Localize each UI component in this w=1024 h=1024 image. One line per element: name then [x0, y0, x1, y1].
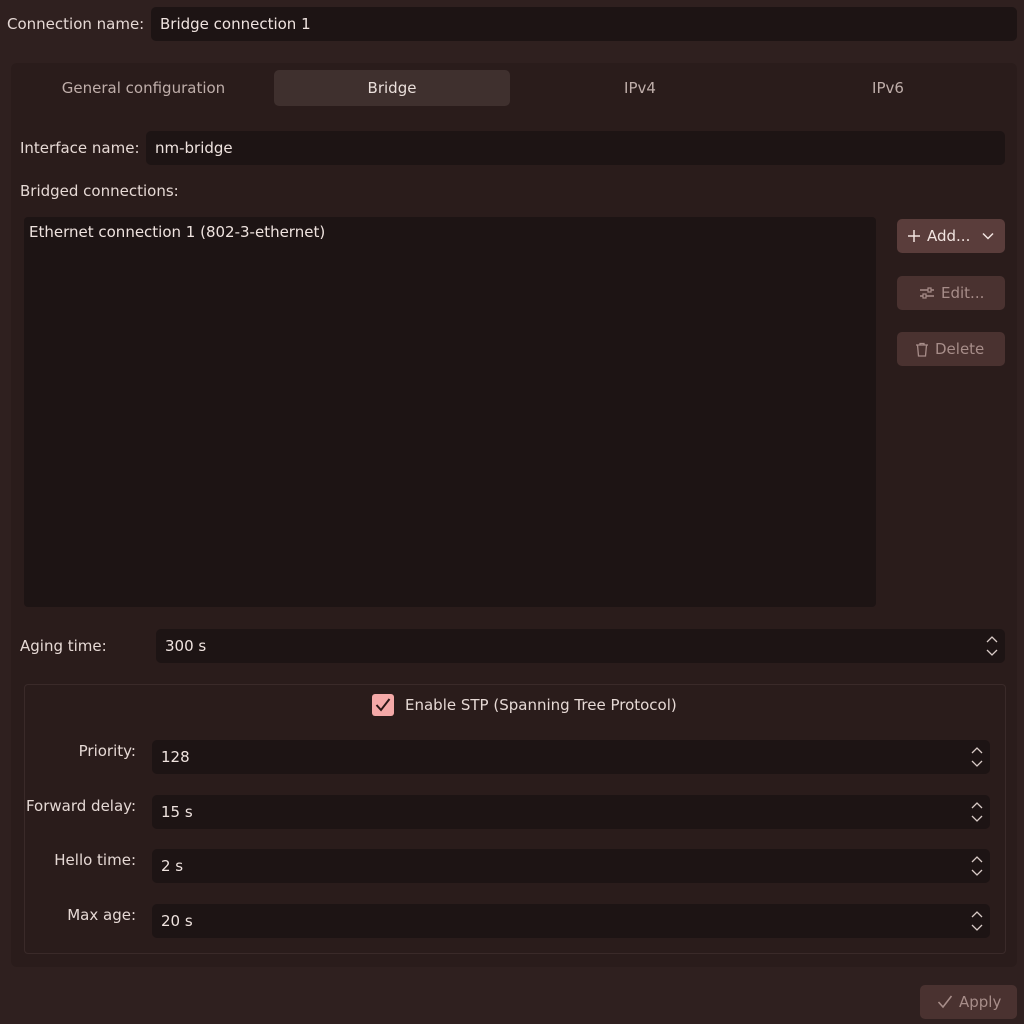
bridged-connections-list[interactable]: Ethernet connection 1 (802-3-ethernet) — [24, 217, 876, 607]
forward-delay-spinbox[interactable]: 15 s — [152, 795, 990, 829]
connection-name-input[interactable]: Bridge connection 1 — [151, 7, 1017, 41]
tab-label: IPv6 — [872, 79, 904, 97]
settings-sliders-icon — [919, 286, 935, 300]
spin-arrows-icon[interactable] — [985, 629, 999, 663]
forward-delay-value: 15 s — [161, 803, 193, 821]
tab-ipv4[interactable]: IPv4 — [515, 70, 765, 106]
interface-name-value: nm-bridge — [155, 139, 233, 157]
add-button-label: Add... — [927, 227, 971, 245]
spin-arrows-icon[interactable] — [970, 849, 984, 883]
tab-ipv6[interactable]: IPv6 — [765, 70, 1011, 106]
tab-general-configuration[interactable]: General configuration — [17, 70, 270, 106]
spin-arrows-icon[interactable] — [970, 904, 984, 938]
tab-label: Bridge — [367, 79, 417, 97]
tab-label: General configuration — [61, 79, 226, 97]
add-button[interactable]: Add... — [897, 219, 1005, 253]
checkmark-icon — [937, 995, 953, 1009]
list-item[interactable]: Ethernet connection 1 (802-3-ethernet) — [29, 225, 325, 240]
chevron-down-icon — [982, 232, 994, 240]
apply-button[interactable]: Apply — [920, 985, 1017, 1019]
bridged-connections-label: Bridged connections: — [20, 182, 179, 200]
tab-label: IPv4 — [624, 79, 656, 97]
tab-bridge[interactable]: Bridge — [274, 70, 510, 106]
priority-spinbox[interactable]: 128 — [152, 740, 990, 774]
connection-name-label: Connection name: — [7, 15, 145, 33]
forward-delay-label: Forward delay: — [25, 797, 136, 815]
apply-button-label: Apply — [959, 993, 1002, 1011]
delete-button[interactable]: Delete — [897, 332, 1005, 366]
spin-arrows-icon[interactable] — [970, 740, 984, 774]
aging-time-label: Aging time: — [20, 637, 107, 655]
spin-arrows-icon[interactable] — [970, 795, 984, 829]
delete-button-label: Delete — [935, 340, 985, 358]
hello-time-label: Hello time: — [54, 851, 136, 869]
hello-time-spinbox[interactable]: 2 s — [152, 849, 990, 883]
max-age-spinbox[interactable]: 20 s — [152, 904, 990, 938]
priority-label: Priority: — [78, 742, 136, 760]
aging-time-spinbox[interactable]: 300 s — [156, 629, 1005, 663]
trash-icon — [915, 342, 929, 357]
edit-button-label: Edit... — [941, 284, 985, 302]
hello-time-value: 2 s — [161, 857, 184, 875]
interface-name-label: Interface name: — [20, 139, 140, 157]
connection-name-value: Bridge connection 1 — [160, 15, 311, 33]
plus-icon — [907, 229, 921, 243]
edit-button[interactable]: Edit... — [897, 276, 1005, 310]
max-age-value: 20 s — [161, 912, 193, 930]
max-age-label: Max age: — [67, 906, 136, 924]
checkmark-icon — [375, 698, 391, 712]
stp-checkbox-label[interactable]: Enable STP (Spanning Tree Protocol) — [405, 698, 677, 713]
priority-value: 128 — [161, 748, 190, 766]
aging-time-value: 300 s — [165, 637, 207, 655]
interface-name-input[interactable]: nm-bridge — [146, 131, 1005, 165]
stp-checkbox[interactable] — [372, 694, 394, 716]
